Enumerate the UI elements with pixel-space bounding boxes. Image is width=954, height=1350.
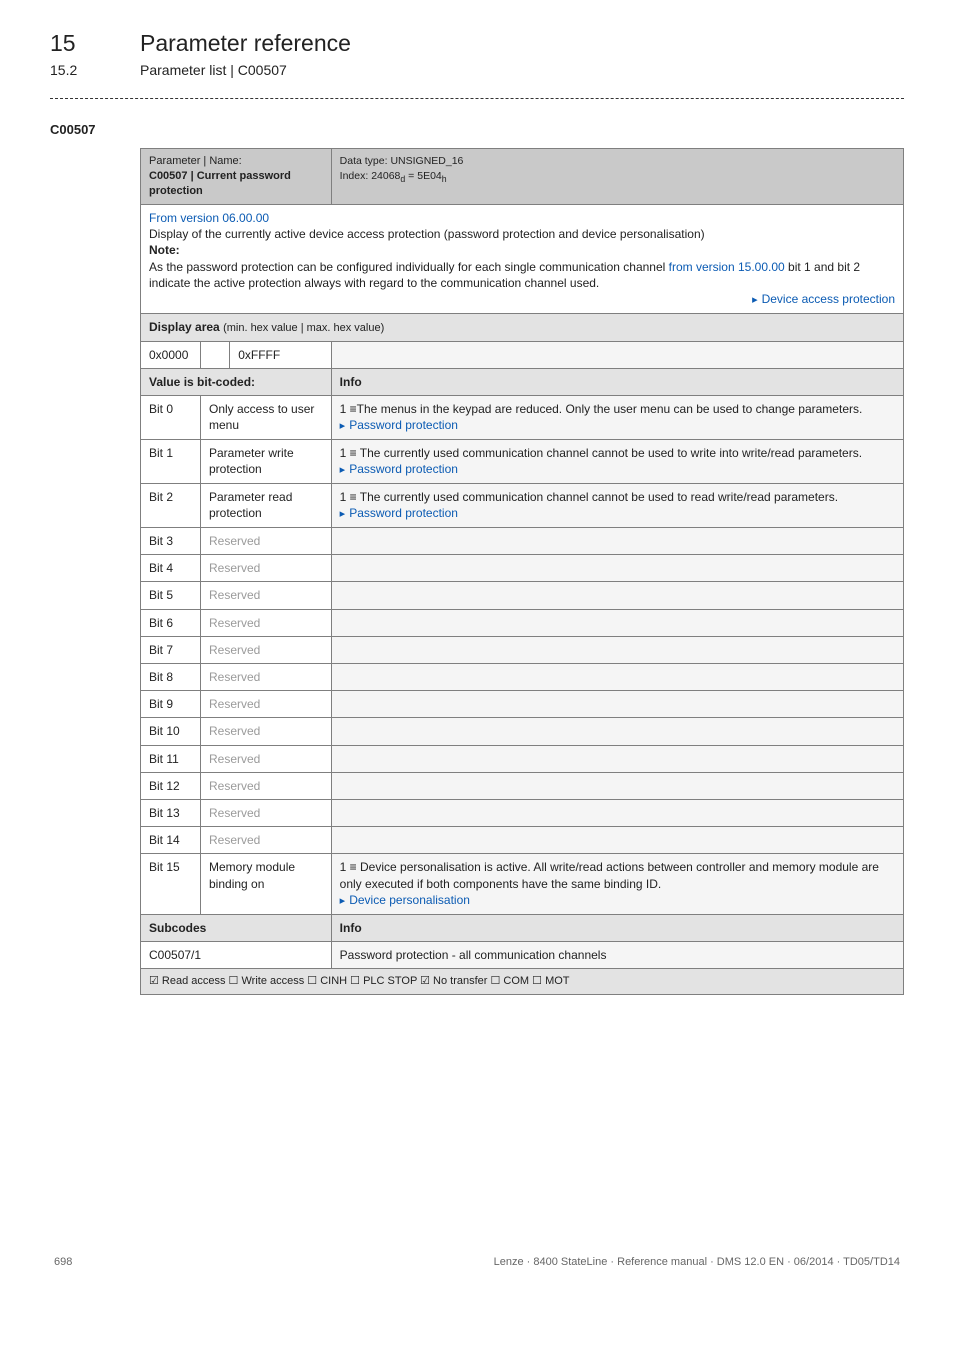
subcode-info: Password protection - all communication …	[331, 941, 903, 968]
access-flags: ☑ Read access ☐ Write access ☐ CINH ☐ PL…	[141, 968, 904, 994]
description-cell: From version 06.00.00 Display of the cur…	[141, 205, 904, 314]
bit-info	[331, 745, 903, 772]
bit-name: Parameter read protection	[201, 484, 332, 528]
display-area-header: Display area (min. hex value | max. hex …	[141, 313, 904, 341]
device-access-protection-link[interactable]: Device access protection	[752, 292, 895, 306]
bit-info	[331, 691, 903, 718]
bit-name: Reserved	[201, 664, 332, 691]
bit-info	[331, 582, 903, 609]
parameter-id: C00507	[50, 121, 904, 139]
bit-info-link[interactable]: Password protection	[340, 418, 458, 432]
bit-name: Reserved	[201, 827, 332, 854]
bit-name: Reserved	[201, 718, 332, 745]
note-label: Note:	[149, 243, 180, 257]
bit-info	[331, 772, 903, 799]
bit-label: Bit 0	[141, 396, 201, 440]
bit-info-link[interactable]: Password protection	[340, 506, 458, 520]
bit-name: Reserved	[201, 528, 332, 555]
desc-line2a: As the password protection can be config…	[149, 260, 669, 274]
from-version: From version 06.00.00	[149, 211, 269, 225]
bit-label: Bit 5	[141, 582, 201, 609]
bit-name: Reserved	[201, 799, 332, 826]
param-name-label: Parameter | Name:	[149, 155, 242, 167]
subcodes-info-header: Info	[331, 914, 903, 941]
header-left-cell: Parameter | Name: C00507 | Current passw…	[141, 149, 332, 205]
bit-info-link[interactable]: Device personalisation	[340, 893, 470, 907]
bit-name: Reserved	[201, 582, 332, 609]
bit-info	[331, 609, 903, 636]
bit-name: Reserved	[201, 609, 332, 636]
bit-name: Only access to user menu	[201, 396, 332, 440]
range-mid	[201, 341, 230, 368]
section-title: Parameter list | C00507	[140, 61, 287, 80]
data-type: Data type: UNSIGNED_16	[340, 155, 464, 167]
bit-label: Bit 12	[141, 772, 201, 799]
bit-label: Bit 4	[141, 555, 201, 582]
bit-info	[331, 718, 903, 745]
bit-label: Bit 11	[141, 745, 201, 772]
bit-name: Reserved	[201, 772, 332, 799]
range-max: 0xFFFF	[230, 341, 331, 368]
value-coded-label: Value is bit-coded:	[141, 368, 332, 395]
divider	[50, 98, 904, 99]
bit-info	[331, 827, 903, 854]
subcode-code: C00507/1	[141, 941, 332, 968]
bit-info	[331, 528, 903, 555]
display-area-sub: (min. hex value | max. hex value)	[223, 322, 384, 334]
index-sub-h: h	[442, 174, 447, 184]
bit-info	[331, 636, 903, 663]
bit-info: 1 ≡ Device personalisation is active. Al…	[331, 854, 903, 914]
bit-label: Bit 2	[141, 484, 201, 528]
param-name: C00507 | Current password protection	[149, 170, 291, 197]
bit-info	[331, 555, 903, 582]
bit-name: Reserved	[201, 745, 332, 772]
page-number: 698	[54, 1255, 72, 1270]
bit-label: Bit 9	[141, 691, 201, 718]
bit-label: Bit 6	[141, 609, 201, 636]
bit-label: Bit 15	[141, 854, 201, 914]
bit-label: Bit 7	[141, 636, 201, 663]
bit-label: Bit 10	[141, 718, 201, 745]
info-header: Info	[331, 368, 903, 395]
footer-text: Lenze · 8400 StateLine · Reference manua…	[494, 1255, 900, 1270]
range-min: 0x0000	[141, 341, 201, 368]
parameter-table: Parameter | Name: C00507 | Current passw…	[140, 148, 904, 994]
display-area-label: Display area	[149, 320, 220, 334]
chapter-title: Parameter reference	[140, 28, 351, 59]
subcodes-header: Subcodes	[141, 914, 332, 941]
bit-label: Bit 13	[141, 799, 201, 826]
bit-name: Memory module binding on	[201, 854, 332, 914]
bit-info	[331, 664, 903, 691]
bit-name: Reserved	[201, 555, 332, 582]
bit-label: Bit 3	[141, 528, 201, 555]
section-number: 15.2	[50, 61, 110, 80]
desc-line1: Display of the currently active device a…	[149, 227, 705, 241]
index-text: Index: 24068	[340, 170, 401, 182]
range-info	[331, 341, 903, 368]
bit-info: 1 ≡ The currently used communication cha…	[331, 440, 903, 484]
bit-label: Bit 8	[141, 664, 201, 691]
index-eq: = 5E04	[405, 170, 442, 182]
header-right-cell: Data type: UNSIGNED_16 Index: 24068d = 5…	[331, 149, 903, 205]
bit-info	[331, 799, 903, 826]
desc-line2b: from version 15.00.00	[669, 260, 785, 274]
bit-name: Parameter write protection	[201, 440, 332, 484]
bit-info: 1 ≡The menus in the keypad are reduced. …	[331, 396, 903, 440]
bit-label: Bit 14	[141, 827, 201, 854]
bit-label: Bit 1	[141, 440, 201, 484]
bit-info: 1 ≡ The currently used communication cha…	[331, 484, 903, 528]
bit-name: Reserved	[201, 691, 332, 718]
chapter-number: 15	[50, 28, 110, 59]
bit-info-link[interactable]: Password protection	[340, 462, 458, 476]
bit-name: Reserved	[201, 636, 332, 663]
